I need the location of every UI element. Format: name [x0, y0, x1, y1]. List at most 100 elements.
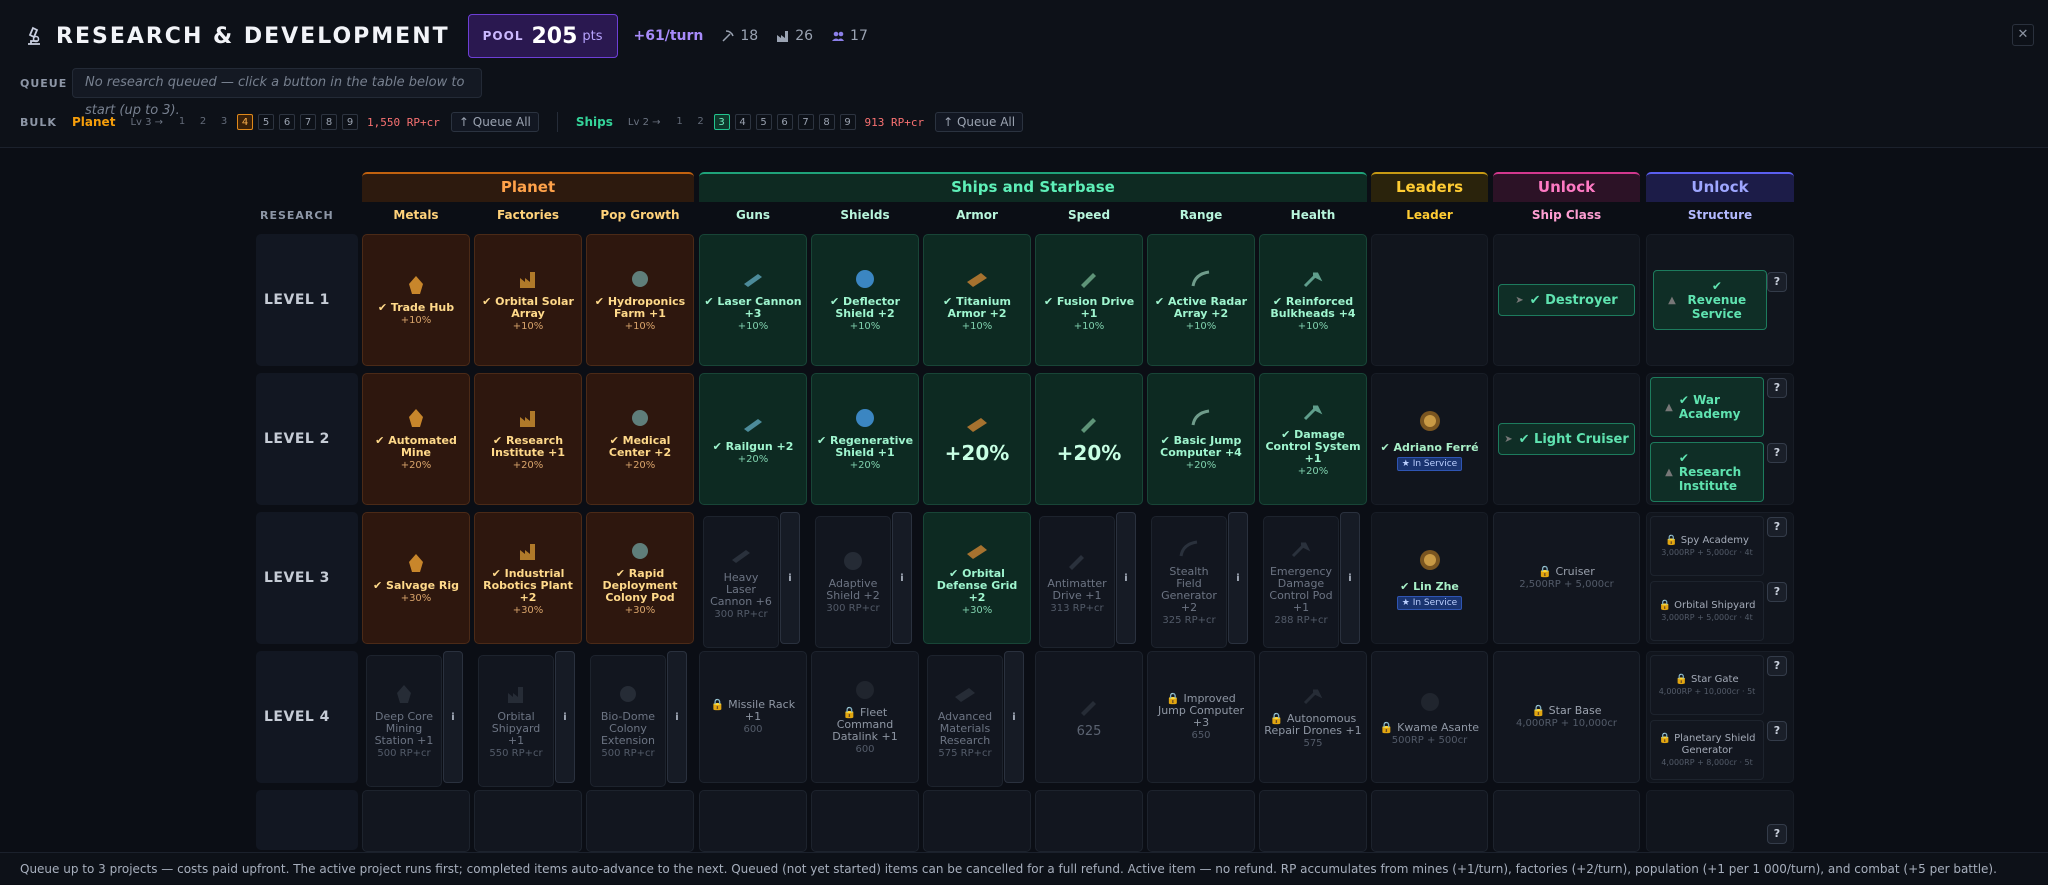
tech-orbital-shipyard[interactable]: Orbital Shipyard +1 550 RP+cr	[478, 655, 554, 787]
unlock-war-academy[interactable]: ▲ ✔ War Academy	[1650, 377, 1764, 437]
bulk-ships-queue-all-button[interactable]: ↑ Queue All	[935, 112, 1024, 132]
leader-adriano-ferre[interactable]: ✔ Adriano Ferré ★ In Service	[1371, 373, 1488, 505]
tech-heavy-laser-cannon[interactable]: Heavy Laser Cannon +6 300 RP+cr	[703, 516, 779, 648]
tech-speed-l4[interactable]: 625	[1035, 651, 1143, 783]
tech-speed-l2[interactable]: +20%	[1035, 373, 1143, 505]
unlock-research-institute[interactable]: ▲ ✔ Research Institute	[1650, 442, 1764, 502]
tech-antimatter-drive[interactable]: Antimatter Drive +1 313 RP+cr	[1039, 516, 1115, 648]
bulk-ships-level-4[interactable]: 4	[734, 114, 751, 130]
tech-missile-rack[interactable]: 🔒 Missile Rack +1 600	[699, 651, 807, 783]
info-button[interactable]: i	[555, 651, 575, 783]
tech-fusion-drive[interactable]: ✔ Fusion Drive +1 +10%	[1035, 234, 1143, 366]
leader-l5[interactable]	[1371, 790, 1488, 852]
tech-adaptive-shield[interactable]: Adaptive Shield +2 300 RP+cr	[815, 516, 891, 648]
tech-armor-l2[interactable]: +20%	[923, 373, 1031, 505]
tech-laser-cannon[interactable]: ✔ Laser Cannon +3 +10%	[699, 234, 807, 366]
leader-lin-zhe[interactable]: ✔ Lin Zhe ★ In Service	[1371, 512, 1488, 644]
tech-shields-l5[interactable]	[811, 790, 919, 852]
tech-name: ✔ Rapid Deployment Colony Pod	[602, 567, 678, 604]
tech-hydroponics-farm[interactable]: ✔ Hydroponics Farm +1 +10%	[586, 234, 694, 366]
tech-bio-dome-colony-extension[interactable]: Bio-Dome Colony Extension 500 RP+cr	[590, 655, 666, 787]
tech-name: ✔ Research Institute +1	[490, 434, 565, 459]
unlock-spy-academy[interactable]: 🔒 Spy Academy 3,000RP + 5,000cr · 4t	[1650, 516, 1764, 576]
tech-automated-mine[interactable]: ✔ Automated Mine +20%	[362, 373, 470, 505]
bulk-ships-level-7[interactable]: 7	[797, 114, 814, 130]
unlock-light-cruiser[interactable]: ➤ ✔ Light Cruiser	[1498, 423, 1635, 455]
tech-orbital-solar-array[interactable]: ✔ Orbital Solar Array +10%	[474, 234, 582, 366]
info-button[interactable]: i	[443, 651, 463, 783]
tech-salvage-rig[interactable]: ✔ Salvage Rig +30%	[362, 512, 470, 644]
close-button[interactable]: ✕	[2012, 24, 2034, 46]
tech-regenerative-shield[interactable]: ✔ Regenerative Shield +1 +20%	[811, 373, 919, 505]
tech-rapid-deployment-colony-pod[interactable]: ✔ Rapid Deployment Colony Pod +30%	[586, 512, 694, 644]
info-button[interactable]: i	[780, 512, 800, 644]
ship-class-l5[interactable]	[1493, 790, 1640, 852]
tech-deflector-shield[interactable]: ✔ Deflector Shield +2 +10%	[811, 234, 919, 366]
bulk-ships-level-6[interactable]: 6	[776, 114, 793, 130]
tech-railgun[interactable]: ✔ Railgun +2 +20%	[699, 373, 807, 505]
info-button[interactable]: i	[1116, 512, 1136, 644]
info-button[interactable]: i	[1004, 651, 1024, 783]
tech-deep-core-mining-station[interactable]: Deep Core Mining Station +1 500 RP+cr	[366, 655, 442, 787]
tech-guns-l5[interactable]	[699, 790, 807, 852]
unlock-star-gate[interactable]: 🔒 Star Gate 4,000RP + 10,000cr · 5t	[1650, 655, 1764, 715]
tech-name: Orbital Shipyard +1	[491, 710, 541, 747]
bulk-planet-queue-all-button[interactable]: ↑ Queue All	[450, 112, 539, 132]
help-button[interactable]: ?	[1767, 517, 1787, 537]
tech-orbital-defense-grid[interactable]: ✔ Orbital Defense Grid +2 +30%	[923, 512, 1031, 644]
tech-basic-jump-computer[interactable]: ✔ Basic Jump Computer +4 +20%	[1147, 373, 1255, 505]
help-button[interactable]: ?	[1767, 656, 1787, 676]
unlock-star-base[interactable]: 🔒 Star Base 4,000RP + 10,000cr	[1493, 651, 1640, 783]
bulk-planet-level-7[interactable]: 7	[300, 114, 317, 130]
help-button[interactable]: ?	[1767, 721, 1787, 741]
unlock-orbital-shipyard[interactable]: 🔒 Orbital Shipyard 3,000RP + 5,000cr · 4…	[1650, 581, 1764, 641]
tech-medical-center[interactable]: ✔ Medical Center +2 +20%	[586, 373, 694, 505]
info-button[interactable]: i	[667, 651, 687, 783]
unlock-name: 🔒 Cruiser	[1538, 565, 1595, 578]
tech-cost: 575	[1303, 738, 1323, 749]
bulk-planet-level-5[interactable]: 5	[258, 114, 275, 130]
bulk-planet-level-9[interactable]: 9	[342, 114, 359, 130]
tech-trade-hub[interactable]: ✔ Trade Hub +10%	[362, 234, 470, 366]
help-button[interactable]: ?	[1767, 443, 1787, 463]
bulk-ships-level-8[interactable]: 8	[818, 114, 835, 130]
bulk-ships-level-9[interactable]: 9	[839, 114, 856, 130]
bulk-ships-level-5[interactable]: 5	[755, 114, 772, 130]
unlock-planetary-shield-generator[interactable]: 🔒 Planetary Shield Generator 4,000RP + 8…	[1650, 720, 1764, 780]
tech-research-institute[interactable]: ✔ Research Institute +1 +20%	[474, 373, 582, 505]
tech-factories-l5[interactable]	[474, 790, 582, 852]
help-button[interactable]: ?	[1767, 272, 1787, 292]
tech-industrial-robotics-plant[interactable]: ✔ Industrial Robotics Plant +2 +30%	[474, 512, 582, 644]
help-button[interactable]: ?	[1767, 582, 1787, 602]
tech-reinforced-bulkheads[interactable]: ✔ Reinforced Bulkheads +4 +10%	[1259, 234, 1367, 366]
tech-damage-control-system[interactable]: ✔ Damage Control System +1 +20%	[1259, 373, 1367, 505]
unlock-revenue-service[interactable]: ▲ ✔ Revenue Service	[1653, 270, 1767, 330]
leader-kwame-asante[interactable]: 🔒 Kwame Asante 500RP + 500cr	[1371, 651, 1488, 783]
tech-improved-jump-computer[interactable]: 🔒 Improved Jump Computer +3 650	[1147, 651, 1255, 783]
help-button[interactable]: ?	[1767, 824, 1787, 844]
bulk-planet-level-6[interactable]: 6	[279, 114, 296, 130]
unlock-destroyer[interactable]: ➤ ✔ Destroyer	[1498, 284, 1635, 316]
bulk-ships-level-3[interactable]: 3	[713, 114, 730, 130]
tech-bonus: +20%	[400, 460, 432, 471]
tech-titanium-armor[interactable]: ✔ Titanium Armor +2 +10%	[923, 234, 1031, 366]
tech-fleet-command-datalink[interactable]: 🔒 Fleet Command Datalink +1 600	[811, 651, 919, 783]
bulk-planet-level-4[interactable]: 4	[237, 114, 254, 130]
help-button[interactable]: ?	[1767, 378, 1787, 398]
tech-emergency-damage-control-pod[interactable]: Emergency Damage Control Pod +1 288 RP+c…	[1263, 516, 1339, 648]
tech-health-l5[interactable]	[1259, 790, 1367, 852]
tech-active-radar-array[interactable]: ✔ Active Radar Array +2 +10%	[1147, 234, 1255, 366]
tech-armor-l5[interactable]	[923, 790, 1031, 852]
tech-pop-l5[interactable]	[586, 790, 694, 852]
tech-speed-l5[interactable]	[1035, 790, 1143, 852]
tech-metals-l5[interactable]	[362, 790, 470, 852]
info-button[interactable]: i	[1228, 512, 1248, 644]
unlock-cruiser[interactable]: 🔒 Cruiser 2,500RP + 5,000cr	[1493, 512, 1640, 644]
tech-stealth-field-generator[interactable]: Stealth Field Generator +2 325 RP+cr	[1151, 516, 1227, 648]
info-button[interactable]: i	[892, 512, 912, 644]
tech-advanced-materials-research[interactable]: Advanced Materials Research 575 RP+cr	[927, 655, 1003, 787]
info-button[interactable]: i	[1340, 512, 1360, 644]
tech-range-l5[interactable]	[1147, 790, 1255, 852]
bulk-planet-level-8[interactable]: 8	[321, 114, 338, 130]
tech-autonomous-repair-drones[interactable]: 🔒 Autonomous Repair Drones +1 575	[1259, 651, 1367, 783]
